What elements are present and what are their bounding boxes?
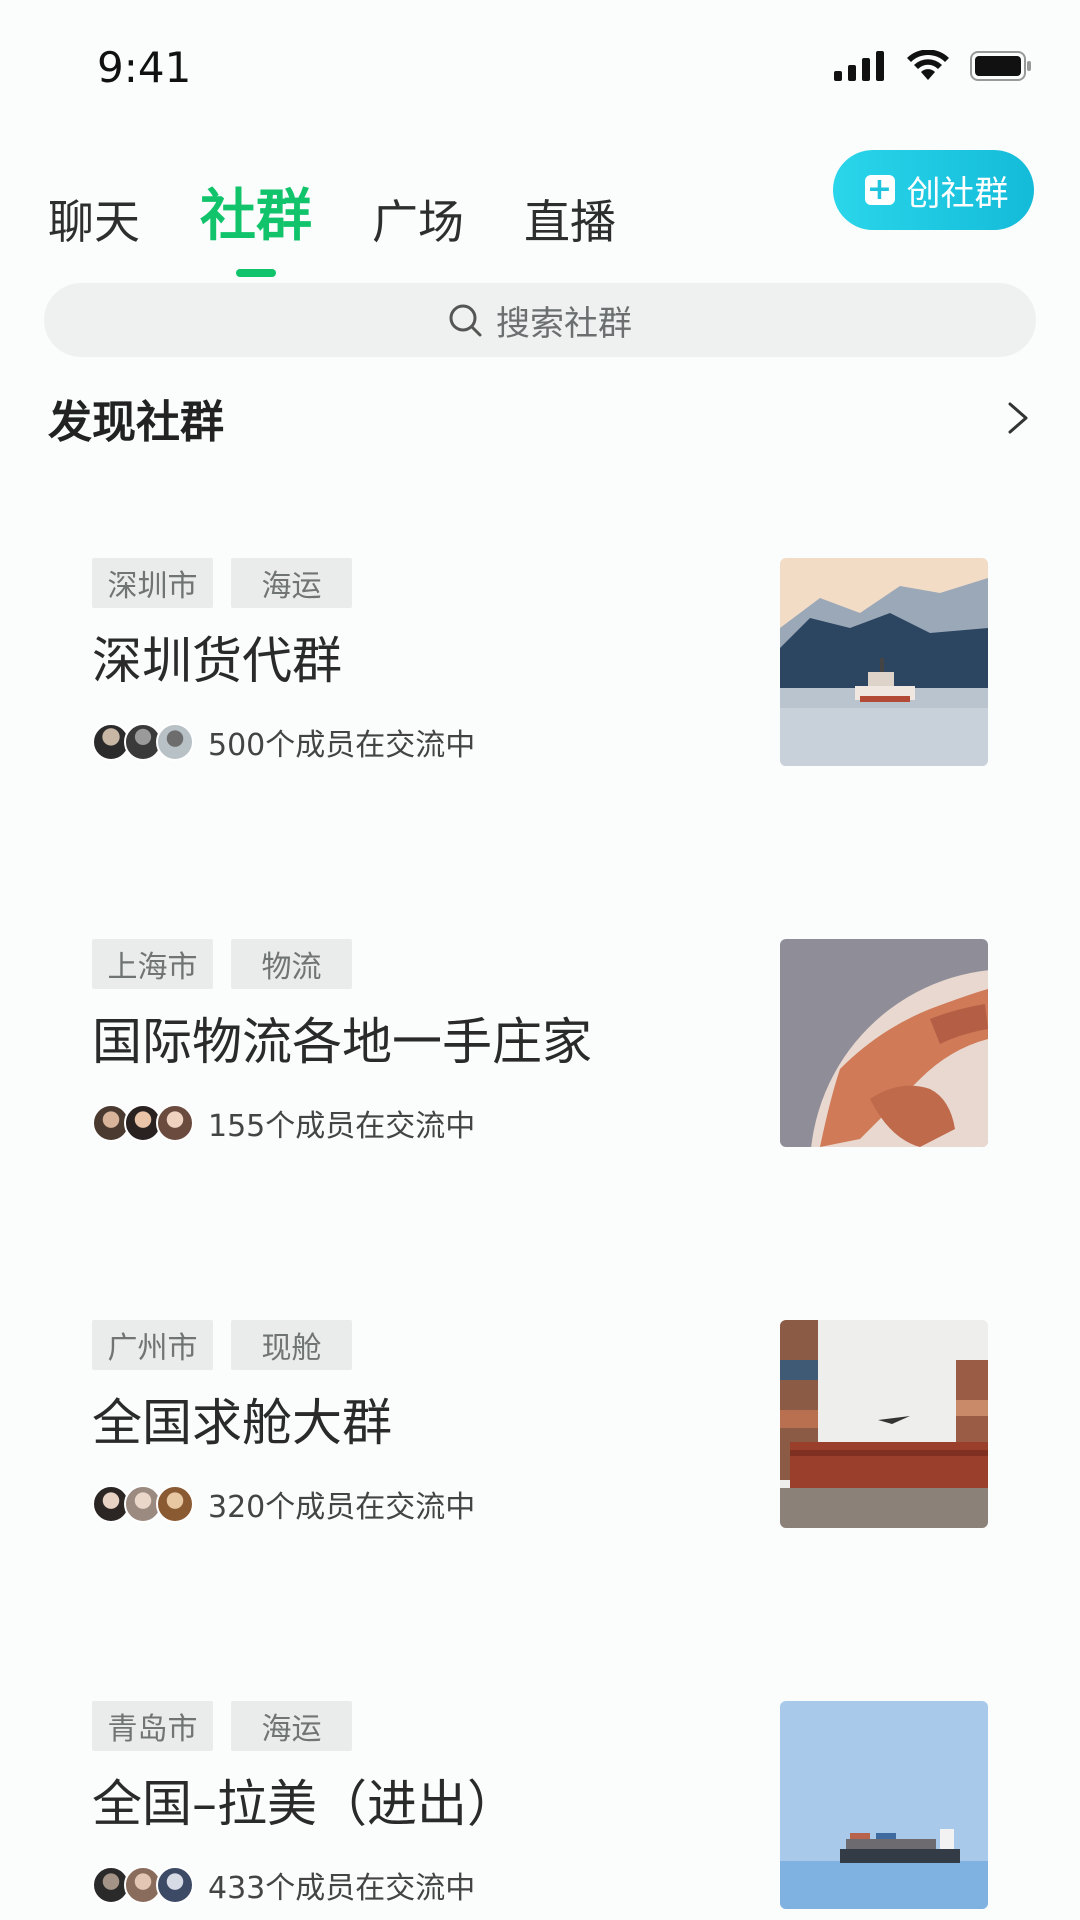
city-tag: 青岛市 <box>92 1701 213 1751</box>
city-tag: 深圳市 <box>92 558 213 608</box>
member-count: 320个成员在交流中 <box>208 1490 476 1525</box>
tab-community-label: 社群 <box>200 184 312 249</box>
signal-icon <box>834 51 884 81</box>
search-input[interactable]: 搜索社群 <box>44 283 1036 357</box>
member-count: 500个成员在交流中 <box>208 728 476 763</box>
group-cover-image <box>780 558 988 766</box>
create-community-label: 创社群 <box>906 173 1009 214</box>
member-avatars <box>92 723 194 761</box>
search-placeholder: 搜索社群 <box>496 303 632 344</box>
tab-square[interactable]: 广场 <box>372 199 464 245</box>
create-community-button[interactable]: + 创社群 <box>833 150 1034 230</box>
group-card[interactable]: 上海市 物流 国际物流各地一手庄家 155个成员在交流中 <box>92 939 992 1149</box>
city-tag: 广州市 <box>92 1320 213 1370</box>
member-avatars <box>92 1485 194 1523</box>
status-bar: 9:41 <box>0 0 1080 130</box>
member-count: 433个成员在交流中 <box>208 1871 476 1906</box>
member-avatars <box>92 1104 194 1142</box>
group-cover-image <box>780 1701 988 1909</box>
tab-live[interactable]: 直播 <box>524 199 616 245</box>
category-tag: 物流 <box>231 939 352 989</box>
group-card[interactable]: 深圳市 海运 深圳货代群 500个成员在交流中 <box>92 558 992 768</box>
tab-chat[interactable]: 聊天 <box>48 199 140 245</box>
group-cover-image <box>780 939 988 1147</box>
group-card[interactable]: 青岛市 海运 全国–拉美（进出） 433个成员在交流中 <box>92 1701 992 1911</box>
category-tag: 现舱 <box>231 1320 352 1370</box>
top-tabs: 聊天 社群 广场 直播 <box>48 145 676 277</box>
wifi-icon <box>907 50 949 80</box>
section-title: 发现社群 <box>48 397 224 448</box>
plus-square-icon: + <box>864 175 895 205</box>
active-tab-indicator <box>236 269 276 277</box>
member-count: 155个成员在交流中 <box>208 1109 476 1144</box>
search-icon <box>449 304 482 337</box>
avatar <box>156 1866 194 1904</box>
member-avatars <box>92 1866 194 1904</box>
avatar <box>156 1104 194 1142</box>
status-time: 9:41 <box>97 43 192 92</box>
group-cover-image <box>780 1320 988 1528</box>
status-icons <box>834 48 1032 84</box>
discover-section-header[interactable]: 发现社群 <box>48 388 1038 448</box>
category-tag: 海运 <box>231 1701 352 1751</box>
battery-icon <box>970 51 1031 81</box>
tab-community[interactable]: 社群 <box>200 189 312 277</box>
category-tag: 海运 <box>231 558 352 608</box>
chevron-right-icon[interactable] <box>998 398 1038 438</box>
avatar <box>156 1485 194 1523</box>
group-card[interactable]: 广州市 现舱 全国求舱大群 320个成员在交流中 <box>92 1320 992 1530</box>
avatar <box>156 723 194 761</box>
city-tag: 上海市 <box>92 939 213 989</box>
